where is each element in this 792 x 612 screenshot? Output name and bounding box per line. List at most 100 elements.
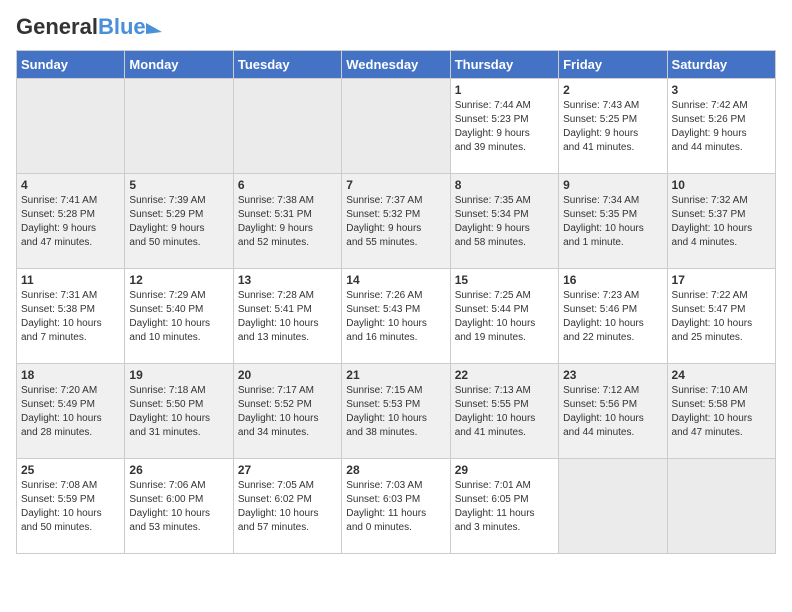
day-info: Sunrise: 7:44 AM Sunset: 5:23 PM Dayligh…	[455, 99, 554, 155]
day-info: Sunrise: 7:38 AM Sunset: 5:31 PM Dayligh…	[238, 194, 337, 250]
logo: GeneralBlue	[16, 16, 162, 38]
day-info: Sunrise: 7:39 AM Sunset: 5:29 PM Dayligh…	[129, 194, 228, 250]
calendar-cell	[17, 79, 125, 174]
day-number: 9	[563, 178, 662, 192]
calendar-week-1: 4 Sunrise: 7:41 AM Sunset: 5:28 PM Daylig…	[17, 174, 776, 269]
calendar-week-3: 18 Sunrise: 7:20 AM Sunset: 5:49 PM Dayli…	[17, 364, 776, 459]
calendar-cell: 5 Sunrise: 7:39 AM Sunset: 5:29 PM Daylig…	[125, 174, 233, 269]
day-number: 21	[346, 368, 445, 382]
day-info: Sunrise: 7:20 AM Sunset: 5:49 PM Dayligh…	[21, 384, 120, 440]
day-info: Sunrise: 7:01 AM Sunset: 6:05 PM Dayligh…	[455, 479, 554, 535]
day-number: 4	[21, 178, 120, 192]
day-number: 17	[672, 273, 771, 287]
day-number: 28	[346, 463, 445, 477]
logo-wing-icon	[146, 23, 162, 34]
calendar-cell: 28 Sunrise: 7:03 AM Sunset: 6:03 PM Dayli…	[342, 459, 450, 554]
calendar-cell: 16Sunrise: 7:23 AM Sunset: 5:46 PM Dayli…	[559, 269, 667, 364]
calendar-cell: 12 Sunrise: 7:29 AM Sunset: 5:40 PM Dayli…	[125, 269, 233, 364]
calendar-cell: 19 Sunrise: 7:18 AM Sunset: 5:50 PM Dayli…	[125, 364, 233, 459]
day-number: 8	[455, 178, 554, 192]
col-header-tuesday: Tuesday	[233, 51, 341, 79]
col-header-friday: Friday	[559, 51, 667, 79]
col-header-thursday: Thursday	[450, 51, 558, 79]
day-info: Sunrise: 7:32 AM Sunset: 5:37 PM Dayligh…	[672, 194, 771, 250]
day-number: 13	[238, 273, 337, 287]
day-info: Sunrise: 7:06 AM Sunset: 6:00 PM Dayligh…	[129, 479, 228, 535]
day-info: Sunrise: 7:15 AM Sunset: 5:53 PM Dayligh…	[346, 384, 445, 440]
day-info: Sunrise: 7:34 AM Sunset: 5:35 PM Dayligh…	[563, 194, 662, 250]
day-info: Sunrise: 7:35 AM Sunset: 5:34 PM Dayligh…	[455, 194, 554, 250]
day-info: Sunrise: 7:18 AM Sunset: 5:50 PM Dayligh…	[129, 384, 228, 440]
logo-blue: Blue	[98, 14, 146, 39]
calendar-cell: 15 Sunrise: 7:25 AM Sunset: 5:44 PM Dayli…	[450, 269, 558, 364]
day-number: 23	[563, 368, 662, 382]
day-info: Sunrise: 7:26 AM Sunset: 5:43 PM Dayligh…	[346, 289, 445, 345]
calendar-cell: 18 Sunrise: 7:20 AM Sunset: 5:49 PM Dayli…	[17, 364, 125, 459]
day-info: Sunrise: 7:28 AM Sunset: 5:41 PM Dayligh…	[238, 289, 337, 345]
day-info: Sunrise: 7:13 AM Sunset: 5:55 PM Dayligh…	[455, 384, 554, 440]
day-info: Sunrise: 7:29 AM Sunset: 5:40 PM Dayligh…	[129, 289, 228, 345]
day-info: Sunrise: 7:12 AM Sunset: 5:56 PM Dayligh…	[563, 384, 662, 440]
day-number: 2	[563, 83, 662, 97]
calendar-cell	[667, 459, 775, 554]
calendar-cell: 9 Sunrise: 7:34 AM Sunset: 5:35 PM Daylig…	[559, 174, 667, 269]
day-number: 24	[672, 368, 771, 382]
day-number: 29	[455, 463, 554, 477]
col-header-sunday: Sunday	[17, 51, 125, 79]
day-info: Sunrise: 7:10 AM Sunset: 5:58 PM Dayligh…	[672, 384, 771, 440]
calendar-cell	[233, 79, 341, 174]
calendar-cell: 29 Sunrise: 7:01 AM Sunset: 6:05 PM Dayli…	[450, 459, 558, 554]
calendar-cell: 17 Sunrise: 7:22 AM Sunset: 5:47 PM Dayli…	[667, 269, 775, 364]
day-number: 6	[238, 178, 337, 192]
calendar-cell: 4 Sunrise: 7:41 AM Sunset: 5:28 PM Daylig…	[17, 174, 125, 269]
day-number: 10	[672, 178, 771, 192]
day-number: 16	[563, 273, 662, 287]
calendar-cell: 8 Sunrise: 7:35 AM Sunset: 5:34 PM Daylig…	[450, 174, 558, 269]
calendar-cell	[342, 79, 450, 174]
day-info: Sunrise: 7:05 AM Sunset: 6:02 PM Dayligh…	[238, 479, 337, 535]
page-container: GeneralBlue SundayMondayTuesdayWednesday…	[0, 0, 792, 562]
day-number: 1	[455, 83, 554, 97]
calendar-header-row: SundayMondayTuesdayWednesdayThursdayFrid…	[17, 51, 776, 79]
calendar-week-2: 11 Sunrise: 7:31 AM Sunset: 5:38 PM Dayli…	[17, 269, 776, 364]
day-number: 11	[21, 273, 120, 287]
calendar-cell: 25Sunrise: 7:08 AM Sunset: 5:59 PM Dayli…	[17, 459, 125, 554]
col-header-wednesday: Wednesday	[342, 51, 450, 79]
calendar-week-4: 25Sunrise: 7:08 AM Sunset: 5:59 PM Dayli…	[17, 459, 776, 554]
calendar-cell: 27 Sunrise: 7:05 AM Sunset: 6:02 PM Dayli…	[233, 459, 341, 554]
day-info: Sunrise: 7:22 AM Sunset: 5:47 PM Dayligh…	[672, 289, 771, 345]
calendar-cell: 7Sunrise: 7:37 AM Sunset: 5:32 PM Daylig…	[342, 174, 450, 269]
day-number: 22	[455, 368, 554, 382]
day-number: 26	[129, 463, 228, 477]
day-info: Sunrise: 7:03 AM Sunset: 6:03 PM Dayligh…	[346, 479, 445, 535]
day-number: 18	[21, 368, 120, 382]
calendar-cell: 20Sunrise: 7:17 AM Sunset: 5:52 PM Dayli…	[233, 364, 341, 459]
day-info: Sunrise: 7:08 AM Sunset: 5:59 PM Dayligh…	[21, 479, 120, 535]
col-header-saturday: Saturday	[667, 51, 775, 79]
day-number: 3	[672, 83, 771, 97]
calendar-cell: 21 Sunrise: 7:15 AM Sunset: 5:53 PM Dayli…	[342, 364, 450, 459]
day-info: Sunrise: 7:41 AM Sunset: 5:28 PM Dayligh…	[21, 194, 120, 250]
day-number: 20	[238, 368, 337, 382]
calendar-week-0: 1 Sunrise: 7:44 AM Sunset: 5:23 PM Daylig…	[17, 79, 776, 174]
day-info: Sunrise: 7:25 AM Sunset: 5:44 PM Dayligh…	[455, 289, 554, 345]
calendar-table: SundayMondayTuesdayWednesdayThursdayFrid…	[16, 50, 776, 554]
day-number: 15	[455, 273, 554, 287]
day-number: 27	[238, 463, 337, 477]
day-info: Sunrise: 7:31 AM Sunset: 5:38 PM Dayligh…	[21, 289, 120, 345]
calendar-cell: 11 Sunrise: 7:31 AM Sunset: 5:38 PM Dayli…	[17, 269, 125, 364]
calendar-cell: 14Sunrise: 7:26 AM Sunset: 5:43 PM Dayli…	[342, 269, 450, 364]
calendar-cell: 2Sunrise: 7:43 AM Sunset: 5:25 PM Daylig…	[559, 79, 667, 174]
calendar-cell: 26 Sunrise: 7:06 AM Sunset: 6:00 PM Dayli…	[125, 459, 233, 554]
calendar-cell: 22 Sunrise: 7:13 AM Sunset: 5:55 PM Dayli…	[450, 364, 558, 459]
col-header-monday: Monday	[125, 51, 233, 79]
calendar-cell: 23 Sunrise: 7:12 AM Sunset: 5:56 PM Dayli…	[559, 364, 667, 459]
day-info: Sunrise: 7:42 AM Sunset: 5:26 PM Dayligh…	[672, 99, 771, 155]
day-number: 19	[129, 368, 228, 382]
calendar-cell: 1 Sunrise: 7:44 AM Sunset: 5:23 PM Daylig…	[450, 79, 558, 174]
calendar-cell: 24 Sunrise: 7:10 AM Sunset: 5:58 PM Dayli…	[667, 364, 775, 459]
day-number: 12	[129, 273, 228, 287]
day-number: 7	[346, 178, 445, 192]
day-number: 5	[129, 178, 228, 192]
calendar-cell: 13 Sunrise: 7:28 AM Sunset: 5:41 PM Dayli…	[233, 269, 341, 364]
